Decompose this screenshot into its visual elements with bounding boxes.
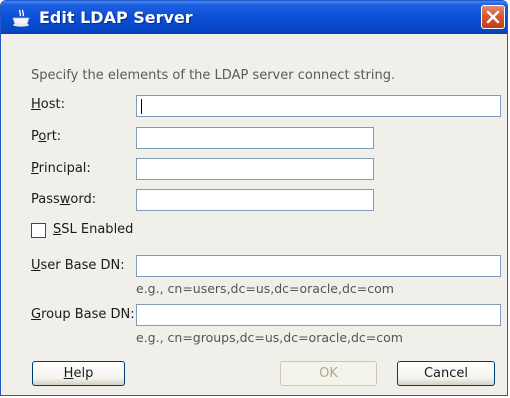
user-base-dn-label: User Base DN:	[31, 258, 125, 273]
text-caret	[141, 99, 142, 114]
close-button[interactable]	[481, 5, 505, 29]
port-field[interactable]	[136, 127, 374, 149]
user-base-dn-hint: e.g., cn=users,dc=us,dc=oracle,dc=com	[136, 281, 394, 296]
group-base-dn-field[interactable]	[136, 304, 501, 326]
cup-icon	[11, 9, 31, 27]
ok-button[interactable]: OK	[280, 361, 377, 386]
principal-field[interactable]	[136, 158, 374, 180]
ssl-enabled-label[interactable]: SSL Enabled	[53, 222, 133, 237]
cancel-button[interactable]: Cancel	[397, 361, 495, 386]
title-bar[interactable]: Edit LDAP Server	[1, 1, 507, 34]
password-field[interactable]	[136, 189, 374, 211]
password-label: Password:	[31, 192, 97, 207]
help-button[interactable]: Help	[32, 361, 125, 386]
user-base-dn-field[interactable]	[136, 255, 501, 277]
principal-label: Principal:	[31, 161, 91, 176]
port-label: Port:	[31, 129, 62, 144]
host-field[interactable]	[136, 95, 501, 117]
ssl-enabled-checkbox[interactable]	[31, 223, 46, 238]
group-base-dn-label: Group Base DN:	[31, 307, 135, 322]
group-base-dn-hint: e.g., cn=groups,dc=us,dc=oracle,dc=com	[136, 330, 403, 345]
description-text: Specify the elements of the LDAP server …	[31, 68, 396, 83]
dialog-title: Edit LDAP Server	[39, 8, 193, 27]
edit-ldap-server-dialog: Edit LDAP Server Specify the elements of…	[0, 0, 508, 396]
host-label: Host:	[31, 97, 65, 112]
dialog-content: Specify the elements of the LDAP server …	[1, 34, 507, 395]
